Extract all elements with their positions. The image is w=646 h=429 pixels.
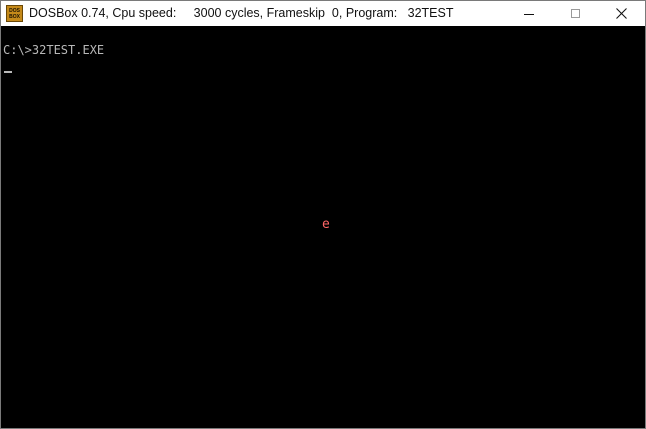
dosbox-icon[interactable]: DOS BOX [6, 5, 23, 22]
maximize-button[interactable] [552, 1, 598, 26]
text-cursor [4, 71, 12, 73]
close-icon [615, 8, 627, 19]
minimize-button[interactable] [506, 1, 552, 26]
title-bar[interactable]: DOS BOX DOSBox 0.74, Cpu speed: 3000 cyc… [1, 1, 645, 26]
dosbox-window: DOS BOX DOSBox 0.74, Cpu speed: 3000 cyc… [0, 0, 646, 429]
program-output-char: e [322, 217, 330, 232]
dosbox-icon-line2: BOX [9, 13, 20, 20]
window-title: DOSBox 0.74, Cpu speed: 3000 cycles, Fra… [29, 6, 454, 20]
close-button[interactable] [598, 1, 644, 26]
maximize-icon [570, 9, 580, 18]
dos-screen[interactable]: C:\>32TEST.EXE e [1, 26, 645, 428]
minimize-icon [524, 13, 534, 15]
command-prompt-line: C:\>32TEST.EXE [3, 43, 105, 57]
